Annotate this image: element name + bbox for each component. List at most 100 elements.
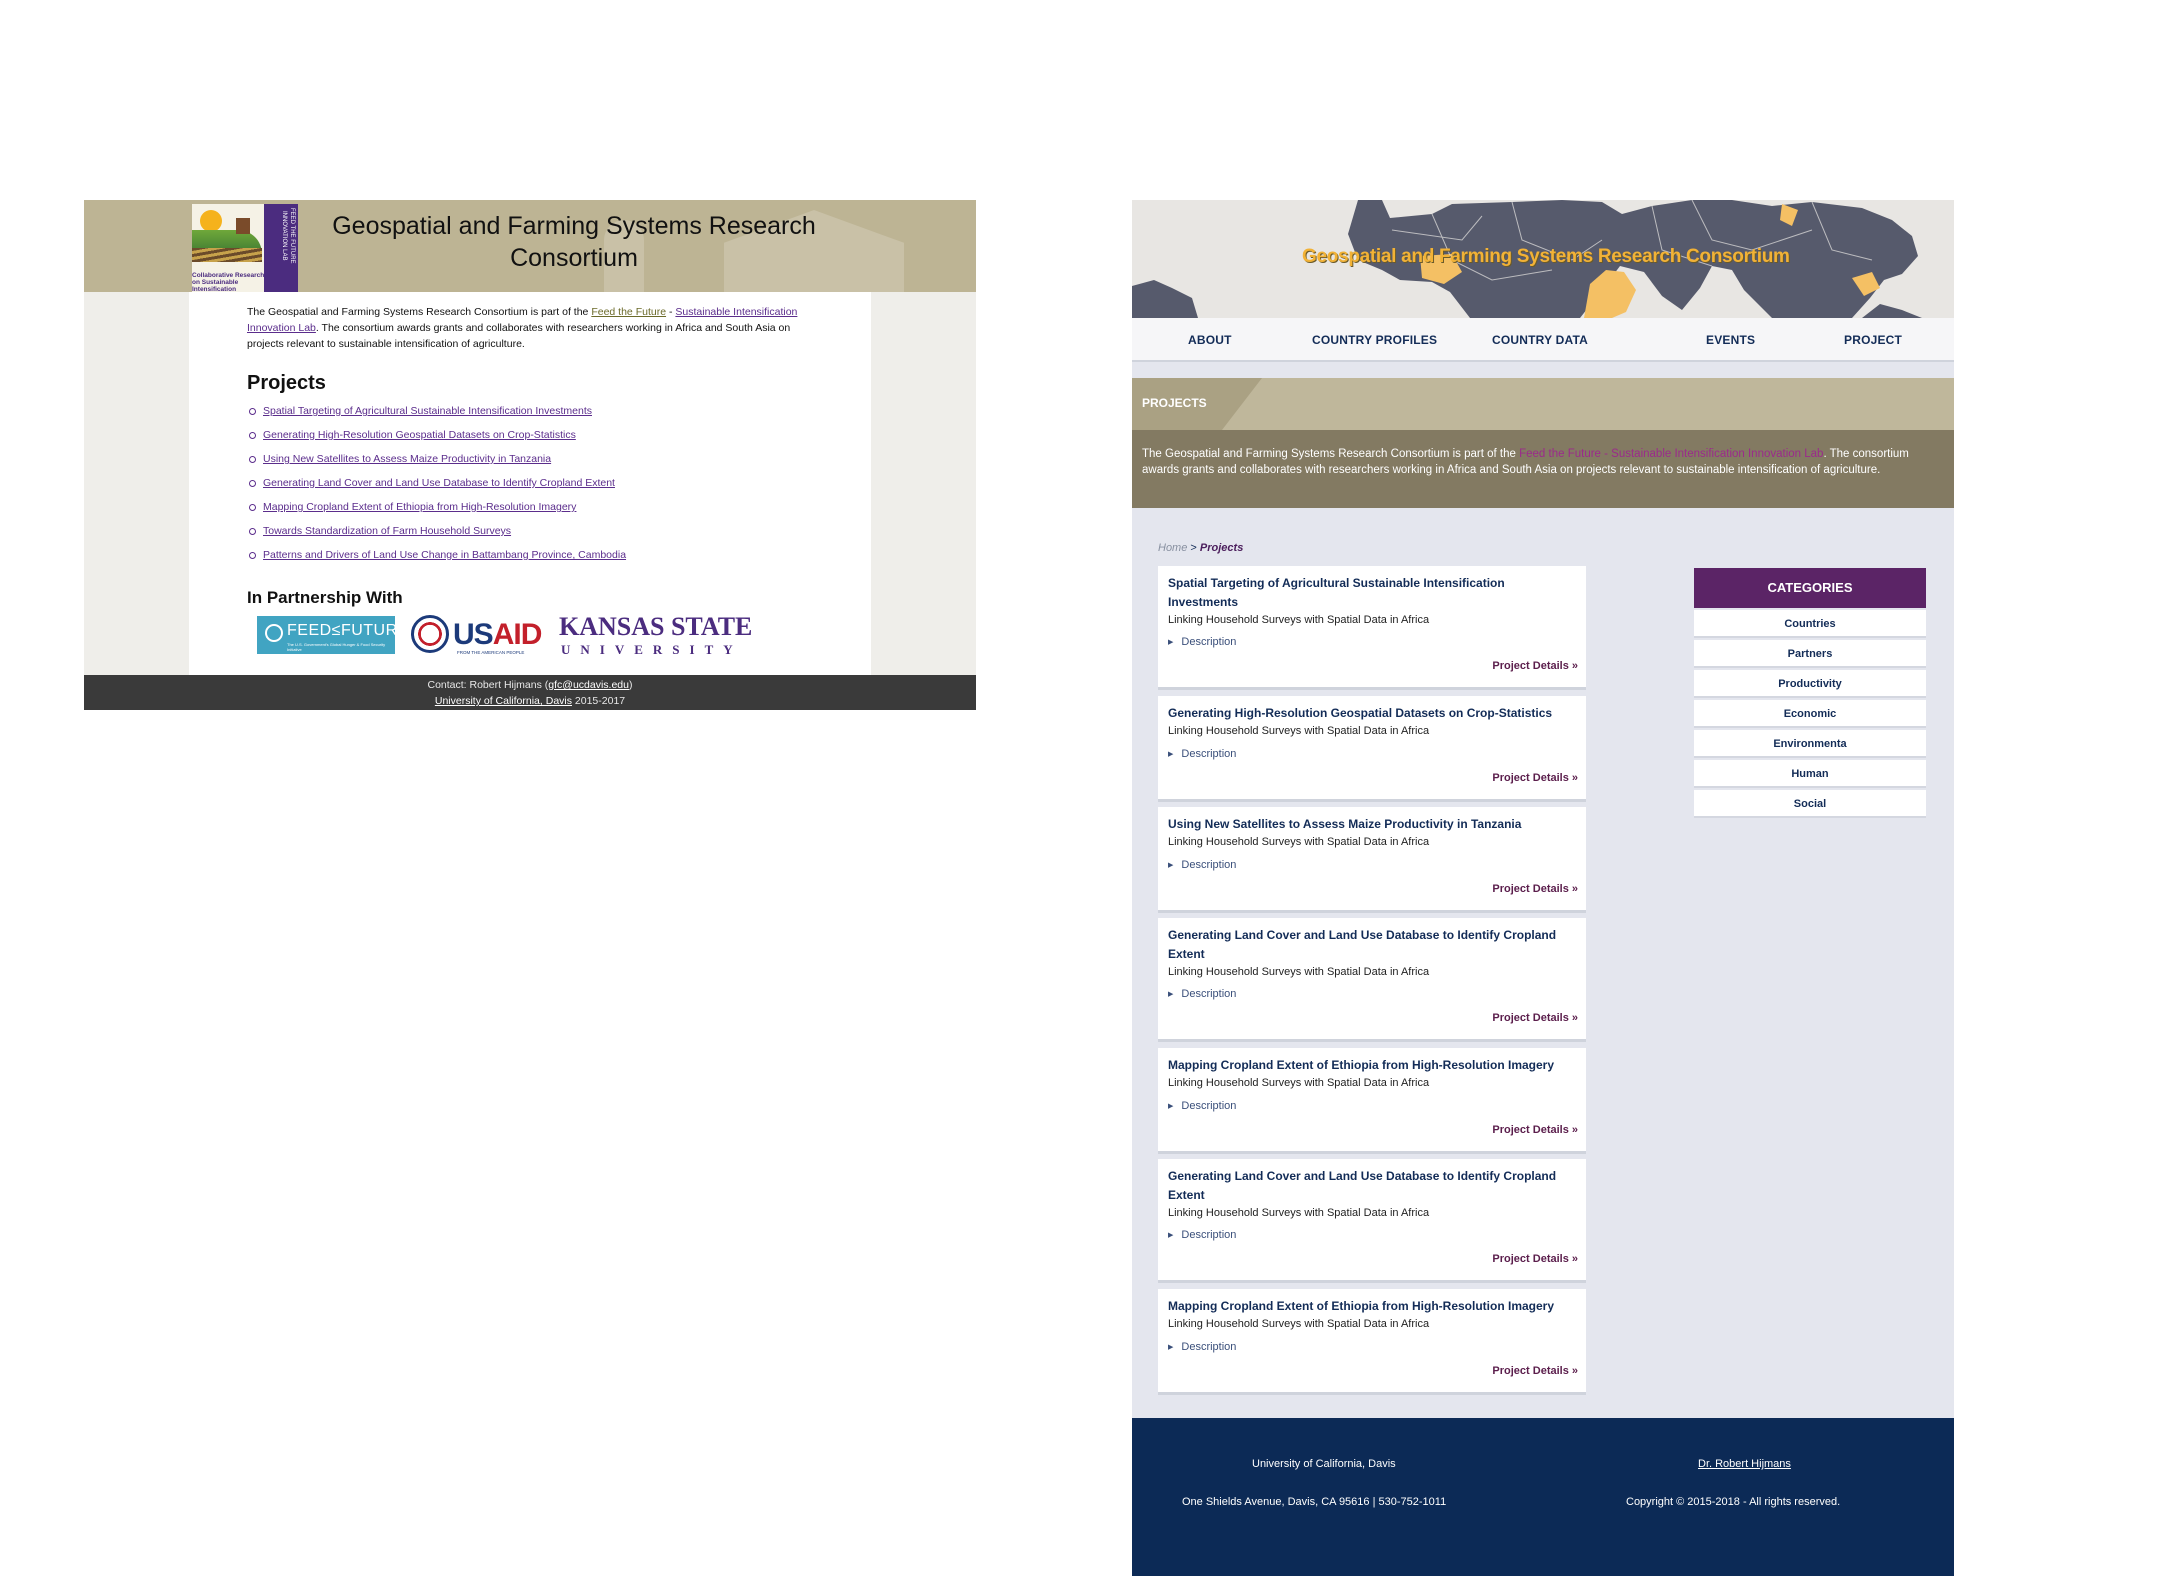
project-card: Generating Land Cover and Land Use Datab… xyxy=(1158,918,1586,1042)
category-productivity[interactable]: Productivity xyxy=(1694,670,1926,698)
project-card: Generating High-Resolution Geospatial Da… xyxy=(1158,696,1586,802)
intro-text-1: The Geospatial and Farming Systems Resea… xyxy=(247,306,592,318)
project-card: Using New Satellites to Assess Maize Pro… xyxy=(1158,807,1586,913)
description-toggle[interactable]: Description xyxy=(1168,1341,1236,1353)
project-subtitle: Linking Household Surveys with Spatial D… xyxy=(1168,614,1430,626)
project-details-link[interactable]: Project Details » xyxy=(1492,772,1578,784)
description-toggle[interactable]: Description xyxy=(1168,636,1236,648)
ftf-logo-subtext: The U.S. Government's Global Hunger & Fo… xyxy=(287,642,386,652)
ftf-seal-icon xyxy=(265,624,283,642)
description-toggle[interactable]: Description xyxy=(1168,859,1236,871)
project-link[interactable]: Spatial Targeting of Agricultural Sustai… xyxy=(263,405,592,417)
banner-highlight xyxy=(1222,378,1954,430)
project-title[interactable]: Spatial Targeting of Agricultural Sustai… xyxy=(1168,574,1568,612)
project-title[interactable]: Generating Land Cover and Land Use Datab… xyxy=(1168,926,1568,964)
project-subtitle: Linking Household Surveys with Spatial D… xyxy=(1168,836,1430,848)
project-details-link[interactable]: Project Details » xyxy=(1492,660,1578,672)
logo-caption: Collaborative Research on Sustainable In… xyxy=(192,272,265,292)
sun-icon xyxy=(200,210,222,232)
footer-university: University of California, Davis xyxy=(1252,1458,1396,1470)
site-footer: University of California, Davis One Shie… xyxy=(1132,1418,1954,1576)
project-title[interactable]: Using New Satellites to Assess Maize Pro… xyxy=(1168,815,1568,834)
project-link[interactable]: Generating Land Cover and Land Use Datab… xyxy=(263,477,615,489)
project-title[interactable]: Generating High-Resolution Geospatial Da… xyxy=(1168,704,1568,723)
usaid-seal-icon[interactable] xyxy=(411,615,449,653)
feed-the-future-link[interactable]: Feed the Future xyxy=(1519,448,1601,460)
project-details-link[interactable]: Project Details » xyxy=(1492,883,1578,895)
category-social[interactable]: Social xyxy=(1694,790,1926,818)
project-title[interactable]: Mapping Cropland Extent of Ethiopia from… xyxy=(1168,1056,1568,1075)
project-link[interactable]: Patterns and Drivers of Land Use Change … xyxy=(263,549,626,561)
usaid-logo[interactable]: USAID xyxy=(453,618,542,652)
breadcrumb-home[interactable]: Home xyxy=(1158,542,1187,554)
nav-country-profiles[interactable]: COUNTRY PROFILES xyxy=(1312,333,1437,347)
list-item: Mapping Cropland Extent of Ethiopia from… xyxy=(248,500,626,524)
footer-address: One Shields Avenue, Davis, CA 95616 | 53… xyxy=(1182,1496,1447,1508)
intro-paragraph: The Geospatial and Farming Systems Resea… xyxy=(1132,430,1954,508)
feed-the-future-logo[interactable]: FEED≤FUTURE The U.S. Government's Global… xyxy=(257,616,408,654)
redesign-screenshot: Geospatial and Farming Systems Research … xyxy=(1132,200,1954,1576)
project-details-link[interactable]: Project Details » xyxy=(1492,1365,1578,1377)
project-link[interactable]: Generating High-Resolution Geospatial Da… xyxy=(263,429,576,441)
innovation-lab-link[interactable]: Sustainable Intensification Innovation L… xyxy=(1611,448,1823,460)
project-details-link[interactable]: Project Details » xyxy=(1492,1124,1578,1136)
footer-university: University of California, Davis 2015-201… xyxy=(84,693,976,709)
category-human[interactable]: Human xyxy=(1694,760,1926,788)
project-subtitle: Linking Household Surveys with Spatial D… xyxy=(1168,1207,1430,1219)
uc-davis-link[interactable]: University of California, Davis xyxy=(435,695,572,707)
partnership-heading: In Partnership With xyxy=(247,588,403,607)
map-header: Geospatial and Farming Systems Research … xyxy=(1132,200,1954,318)
project-title[interactable]: Mapping Cropland Extent of Ethiopia from… xyxy=(1168,1297,1568,1316)
projects-list: Spatial Targeting of Agricultural Sustai… xyxy=(248,404,626,572)
project-subtitle: Linking Household Surveys with Spatial D… xyxy=(1168,1077,1430,1089)
description-toggle[interactable]: Description xyxy=(1168,988,1236,1000)
nav-country-data[interactable]: COUNTRY DATA xyxy=(1492,333,1588,347)
email-link[interactable]: gfc@ucdavis.edu xyxy=(548,679,629,691)
description-toggle[interactable]: Description xyxy=(1168,748,1236,760)
project-card: Mapping Cropland Extent of Ethiopia from… xyxy=(1158,1048,1586,1154)
list-item: Generating Land Cover and Land Use Datab… xyxy=(248,476,626,500)
projects-heading: Projects xyxy=(247,372,326,394)
project-card: Spatial Targeting of Agricultural Sustai… xyxy=(1158,566,1586,690)
nav-events[interactable]: EVENTS xyxy=(1706,333,1755,347)
feed-the-future-link[interactable]: Feed the Future xyxy=(591,306,666,318)
intro-text-2: . The consortium awards grants and colla… xyxy=(247,322,791,350)
footer-copyright: Copyright © 2015-2018 - All rights reser… xyxy=(1626,1496,1841,1508)
project-link[interactable]: Using New Satellites to Assess Maize Pro… xyxy=(263,453,551,465)
site-title: Geospatial and Farming Systems Research … xyxy=(332,212,816,272)
project-title[interactable]: Generating Land Cover and Land Use Datab… xyxy=(1168,1167,1568,1205)
list-item: Towards Standardization of Farm Househol… xyxy=(248,524,626,548)
old-site-footer: Contact: Robert Hijmans (gfc@ucdavis.edu… xyxy=(84,675,976,710)
breadcrumb-current: Projects xyxy=(1199,542,1244,554)
project-link[interactable]: Towards Standardization of Farm Househol… xyxy=(263,525,511,537)
barn-icon xyxy=(236,218,250,234)
usaid-tagline: FROM THE AMERICAN PEOPLE xyxy=(457,650,525,655)
projects-banner: PROJECTS The Geospatial and Farming Syst… xyxy=(1132,378,1954,508)
ftf-logo-text: FEED≤FUTURE xyxy=(287,622,409,639)
project-link[interactable]: Mapping Cropland Extent of Ethiopia from… xyxy=(263,501,576,513)
project-subtitle: Linking Household Surveys with Spatial D… xyxy=(1168,966,1430,978)
main-nav: ABOUT COUNTRY PROFILES COUNTRY DATA EVEN… xyxy=(1132,318,1954,362)
category-environmental[interactable]: Environmenta xyxy=(1694,730,1926,758)
description-toggle[interactable]: Description xyxy=(1168,1229,1236,1241)
old-site-screenshot: FEED THE FUTURE INNOVATION LAB Collabora… xyxy=(84,200,976,710)
nav-about[interactable]: ABOUT xyxy=(1188,333,1232,347)
footer-person-link[interactable]: Dr. Robert Hijmans xyxy=(1698,1458,1791,1470)
description-toggle[interactable]: Description xyxy=(1168,1100,1236,1112)
category-economic[interactable]: Economic xyxy=(1694,700,1926,728)
nav-project[interactable]: PROJECT xyxy=(1844,333,1902,347)
project-details-link[interactable]: Project Details » xyxy=(1492,1012,1578,1024)
kansas-state-logo[interactable]: KANSAS STATE xyxy=(559,612,752,642)
intro-separator: - xyxy=(666,306,676,318)
innovation-lab-logo[interactable]: FEED THE FUTURE INNOVATION LAB Collabora… xyxy=(192,204,298,292)
banner-label: PROJECTS xyxy=(1142,396,1207,410)
category-partners[interactable]: Partners xyxy=(1694,640,1926,668)
project-subtitle: Linking Household Surveys with Spatial D… xyxy=(1168,725,1430,737)
list-item: Generating High-Resolution Geospatial Da… xyxy=(248,428,626,452)
category-countries[interactable]: Countries xyxy=(1694,610,1926,638)
footer-contact-prefix: Contact: Robert Hijmans ( xyxy=(427,679,549,691)
old-site-content: The Geospatial and Farming Systems Resea… xyxy=(189,292,871,675)
project-details-link[interactable]: Project Details » xyxy=(1492,1253,1578,1265)
list-item: Patterns and Drivers of Land Use Change … xyxy=(248,548,626,572)
project-subtitle: Linking Household Surveys with Spatial D… xyxy=(1168,1318,1430,1330)
